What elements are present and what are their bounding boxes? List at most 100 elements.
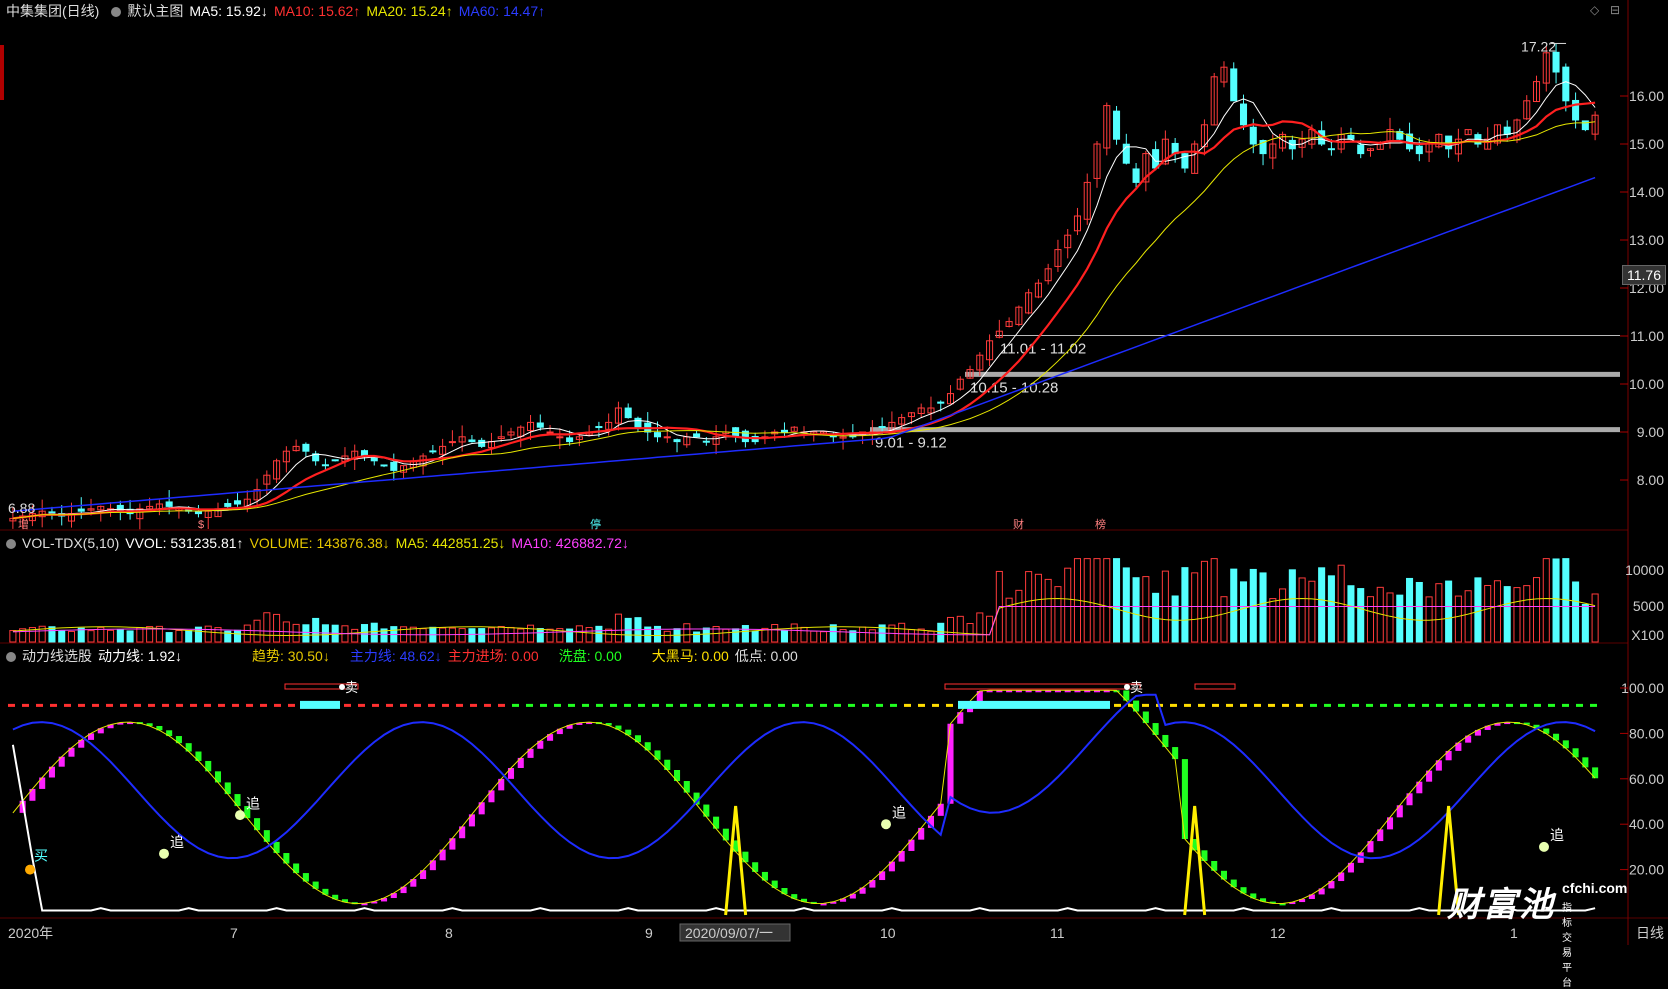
level-dash [1506,703,1513,707]
level-dash [64,703,71,707]
level-dash [862,703,869,707]
volume-bar [751,630,759,643]
volume-bar [1200,560,1208,643]
volume-bar [1425,596,1433,643]
level-dash [344,703,351,707]
candle-down [566,437,574,443]
level-dash [8,703,15,707]
level-dash [582,703,589,707]
level-dash [1268,703,1275,707]
volume-bar [526,624,535,643]
sell-label: 卖 [345,680,358,695]
chase-label: 追 [892,804,906,820]
volume-bar [937,622,945,643]
volume-bar [517,628,525,643]
level-dash [638,703,645,707]
level-dash [792,703,799,707]
candle-down [390,461,398,471]
volume-bar [859,626,867,643]
level-dash [1170,703,1177,707]
level-dash [1450,703,1457,707]
x-axis-label: 1 [1510,925,1518,941]
level-dash [848,703,855,707]
volume-bar [605,628,613,643]
kline-chart[interactable]: 16.0015.0014.0013.0012.0011.0010.009.008… [0,0,1668,945]
level-dash [134,703,141,707]
indicator-axis-label: 20.00 [1629,862,1664,878]
price-axis-label: 9.00 [1637,424,1664,440]
volume-bar [1572,581,1580,643]
trend-bar [742,851,749,863]
volume-bar [204,625,212,643]
volume-bar [273,613,281,643]
candle-up [556,436,564,439]
level-dash [540,703,547,707]
trend-bar [283,853,290,864]
level-dash [484,703,491,707]
trend-bar [752,862,759,872]
high-price-label: 17.22 [1521,38,1556,54]
price-axis-label: 10.00 [1629,376,1664,392]
volume-group [9,558,1599,643]
volume-bar [868,629,876,643]
volume-bar [1366,596,1375,643]
volume-bar [126,630,134,643]
level-dash [50,703,57,707]
trend-bar [937,803,944,816]
level-dash [358,703,365,707]
level-dash [736,703,743,707]
volume-bar [1523,585,1531,643]
x-axis-label: 12 [1270,925,1286,941]
candle-down [429,450,437,453]
candle-down [194,510,202,515]
level-dash [106,703,113,707]
event-mark: 榜 [1095,517,1106,531]
volume-bar [575,625,583,643]
level-dash [834,703,841,707]
level-dash [904,703,911,707]
volume-bar [1445,580,1453,643]
volume-bar [1347,585,1355,643]
volume-bar [956,615,964,643]
last-price-tag: 11.76 [1622,265,1666,285]
candle-down [77,508,85,512]
buy-dot-icon [25,864,35,875]
trend-bar [263,830,270,842]
volume-bar [614,613,622,643]
event-mark: 停 [590,517,601,531]
volume-bar [722,628,730,643]
level-dash [1562,703,1569,707]
level-dash [568,703,575,707]
x-axis-label: 10 [880,925,896,941]
candle-up [448,441,456,444]
inflow-band [944,683,1141,690]
volume-bar [653,625,662,643]
candle-down [321,464,329,467]
volume-bar [1415,581,1423,643]
trend-bar [664,759,671,771]
ma60-line [12,176,1596,512]
x-axis-label: 7 [230,925,238,941]
level-dash [1408,703,1415,707]
level-dash [1534,703,1541,707]
volume-bar [136,627,144,643]
level-dash [1464,703,1471,707]
level-dash [946,703,953,707]
candle-down [468,439,476,443]
candle-down [702,440,710,443]
price-axis-label: 11.00 [1630,328,1664,344]
volume-bar [1581,603,1589,643]
level-dash [876,703,883,707]
volume-bar [1279,588,1287,643]
volume-bar [1318,567,1326,643]
level-dash [1520,703,1527,707]
level-dash [1198,703,1205,707]
candle-down [1230,68,1238,102]
volume-bar [585,627,593,643]
trend-bar [683,781,690,793]
power-line [11,744,1596,912]
level-dash [36,703,43,707]
volume-bar [1034,573,1042,643]
volume-bar [1122,567,1130,643]
trend-bar [1181,759,1188,839]
